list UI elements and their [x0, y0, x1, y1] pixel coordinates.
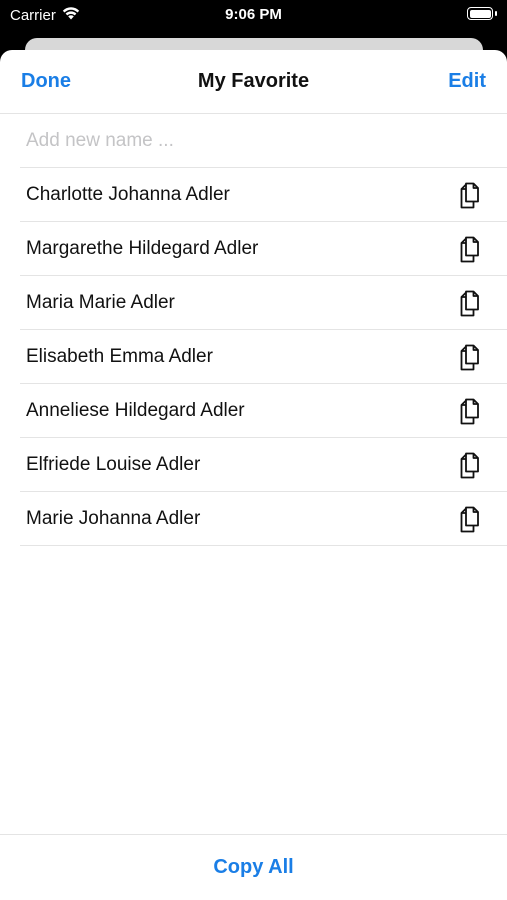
add-name-input[interactable] [26, 114, 496, 168]
page-title: My Favorite [197, 70, 310, 92]
battery-icon [467, 7, 497, 20]
favorites-sheet: Done My Favorite Edit Charlotte Johanna … [0, 50, 507, 900]
name-label: Elisabeth Emma Adler [26, 346, 213, 367]
name-label: Maria Marie Adler [26, 292, 175, 313]
add-name-row [20, 114, 507, 168]
list-item[interactable]: Charlotte Johanna Adler [20, 168, 507, 222]
copy-icon[interactable] [457, 343, 483, 371]
copy-icon[interactable] [457, 451, 483, 479]
copy-icon[interactable] [457, 235, 483, 263]
footer-bar: Copy All [0, 834, 507, 900]
list-item[interactable]: Anneliese Hildegard Adler [20, 384, 507, 438]
copy-all-button[interactable]: Copy All [0, 856, 507, 879]
copy-icon[interactable] [457, 397, 483, 425]
name-label: Elfriede Louise Adler [26, 454, 201, 475]
edit-button[interactable]: Edit [448, 70, 486, 93]
status-time: 9:06 PM [225, 6, 282, 23]
name-label: Margarethe Hildegard Adler [26, 238, 259, 259]
status-bar: Carrier 9:06 PM [0, 0, 507, 30]
list-item[interactable]: Margarethe Hildegard Adler [20, 222, 507, 276]
done-button[interactable]: Done [21, 70, 71, 93]
favorites-list: Charlotte Johanna Adler Margarethe Hildeg… [20, 168, 507, 546]
copy-icon[interactable] [457, 181, 483, 209]
copy-icon[interactable] [457, 505, 483, 533]
list-item[interactable]: Elfriede Louise Adler [20, 438, 507, 492]
name-label: Charlotte Johanna Adler [26, 184, 230, 205]
list-item[interactable]: Marie Johanna Adler [20, 492, 507, 546]
name-label: Marie Johanna Adler [26, 508, 201, 529]
name-label: Anneliese Hildegard Adler [26, 400, 245, 421]
navigation-bar: Done My Favorite Edit [0, 50, 507, 114]
list-item[interactable]: Elisabeth Emma Adler [20, 330, 507, 384]
copy-icon[interactable] [457, 289, 483, 317]
list-item[interactable]: Maria Marie Adler [20, 276, 507, 330]
